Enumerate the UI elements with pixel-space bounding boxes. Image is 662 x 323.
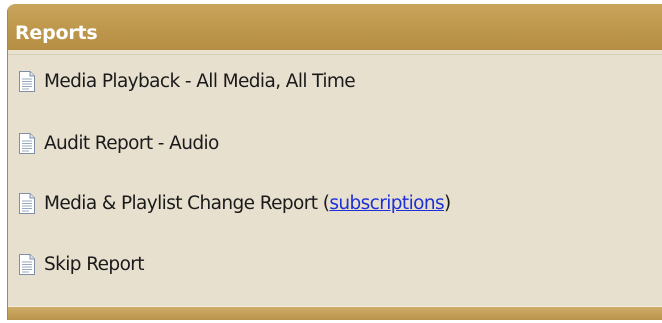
- report-audit-audio[interactable]: Audit Report - Audio: [18, 129, 219, 157]
- document-icon: [19, 132, 35, 154]
- report-media-playlist-change[interactable]: Media & Playlist Change Report (subscrip…: [18, 189, 451, 217]
- report-label: Media Playback - All Media, All Time: [44, 70, 356, 92]
- report-label: Skip Report: [44, 253, 145, 275]
- panel-title: Reports: [15, 22, 98, 44]
- panel-footer: [8, 306, 662, 320]
- document-icon: [19, 192, 35, 214]
- report-media-playback[interactable]: Media Playback - All Media, All Time: [18, 67, 356, 95]
- report-label-text: Media & Playlist Change Report (: [44, 192, 330, 214]
- report-label: Media & Playlist Change Report (subscrip…: [44, 193, 451, 214]
- report-label-suffix: ): [444, 192, 451, 214]
- document-icon: [19, 253, 35, 275]
- document-icon: [19, 70, 35, 92]
- report-skip[interactable]: Skip Report: [18, 250, 145, 278]
- panel-header: Reports: [8, 4, 662, 50]
- reports-list: Media Playback - All Media, All Time Aud…: [8, 54, 662, 309]
- report-label: Audit Report - Audio: [44, 132, 219, 154]
- reports-panel: Reports Media Playback - All Media, All …: [7, 4, 662, 320]
- subscriptions-link[interactable]: subscriptions: [329, 193, 444, 214]
